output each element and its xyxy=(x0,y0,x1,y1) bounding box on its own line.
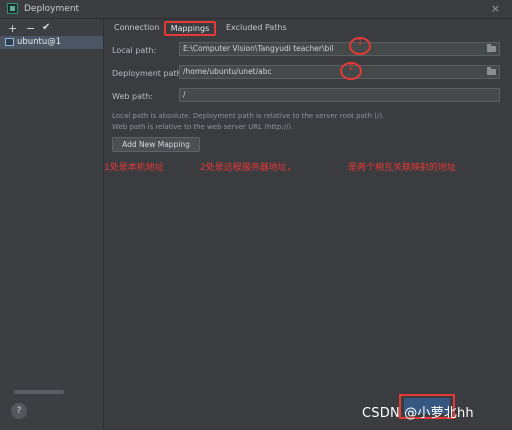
server-label: ubuntu@1 xyxy=(17,37,62,47)
close-icon[interactable]: × xyxy=(491,2,500,15)
annotation-circle-1: 1 xyxy=(349,37,371,55)
csdn-watermark: CSDN @小萝北hh xyxy=(362,406,474,421)
deployment-path-label: Deployment path: xyxy=(112,69,185,78)
folder-browse-icon[interactable] xyxy=(487,44,496,52)
app-logo-icon xyxy=(7,3,18,14)
window-title: Deployment xyxy=(24,4,80,14)
add-server-button[interactable]: + xyxy=(8,22,17,35)
set-default-server-button[interactable]: ✔ xyxy=(42,22,50,33)
annotation-remote-address: 2处是远程服务器地址， xyxy=(200,163,296,173)
tab-mappings[interactable]: Mappings xyxy=(164,21,216,36)
tab-bar: Connection Mappings Excluded Paths xyxy=(104,19,512,39)
web-path-label: Web path: xyxy=(112,92,153,101)
remove-server-button[interactable]: − xyxy=(26,22,35,35)
title-bar: Deployment × xyxy=(0,0,512,19)
annotation-number-2: 2 xyxy=(348,63,354,72)
web-path-help-text: Web path is relative to the web server U… xyxy=(112,123,294,131)
web-path-value: / xyxy=(183,90,186,99)
path-help-text: Local path is absolute. Deployment path … xyxy=(112,112,385,120)
deployment-path-value: /home/ubuntu/unet/abc xyxy=(183,67,272,76)
annotation-mapping-note: 是两个相互关联映射的地址 xyxy=(348,163,457,173)
local-path-value: E:\Computer Vision\Tangyudi teacher\bil xyxy=(183,44,334,53)
add-new-mapping-button[interactable]: Add New Mapping xyxy=(112,137,200,152)
annotation-local-address: 1处是本机地址 xyxy=(104,163,164,173)
local-path-field[interactable]: E:\Computer Vision\Tangyudi teacher\bil xyxy=(179,42,500,56)
tab-connection[interactable]: Connection xyxy=(114,23,159,32)
tab-excluded-paths[interactable]: Excluded Paths xyxy=(226,23,287,32)
local-path-label: Local path: xyxy=(112,46,157,55)
horizontal-scrollbar[interactable] xyxy=(14,390,64,394)
web-path-field[interactable]: / xyxy=(179,88,500,102)
annotation-number-1: 1 xyxy=(357,38,363,47)
folder-browse-icon[interactable] xyxy=(487,67,496,75)
help-button[interactable]: ? xyxy=(11,403,27,419)
server-icon xyxy=(5,38,14,46)
annotation-circle-2: 2 xyxy=(340,62,362,80)
server-list-panel: + − ✔ ubuntu@1 ? xyxy=(0,19,104,430)
server-list-item[interactable]: ubuntu@1 xyxy=(0,36,103,49)
